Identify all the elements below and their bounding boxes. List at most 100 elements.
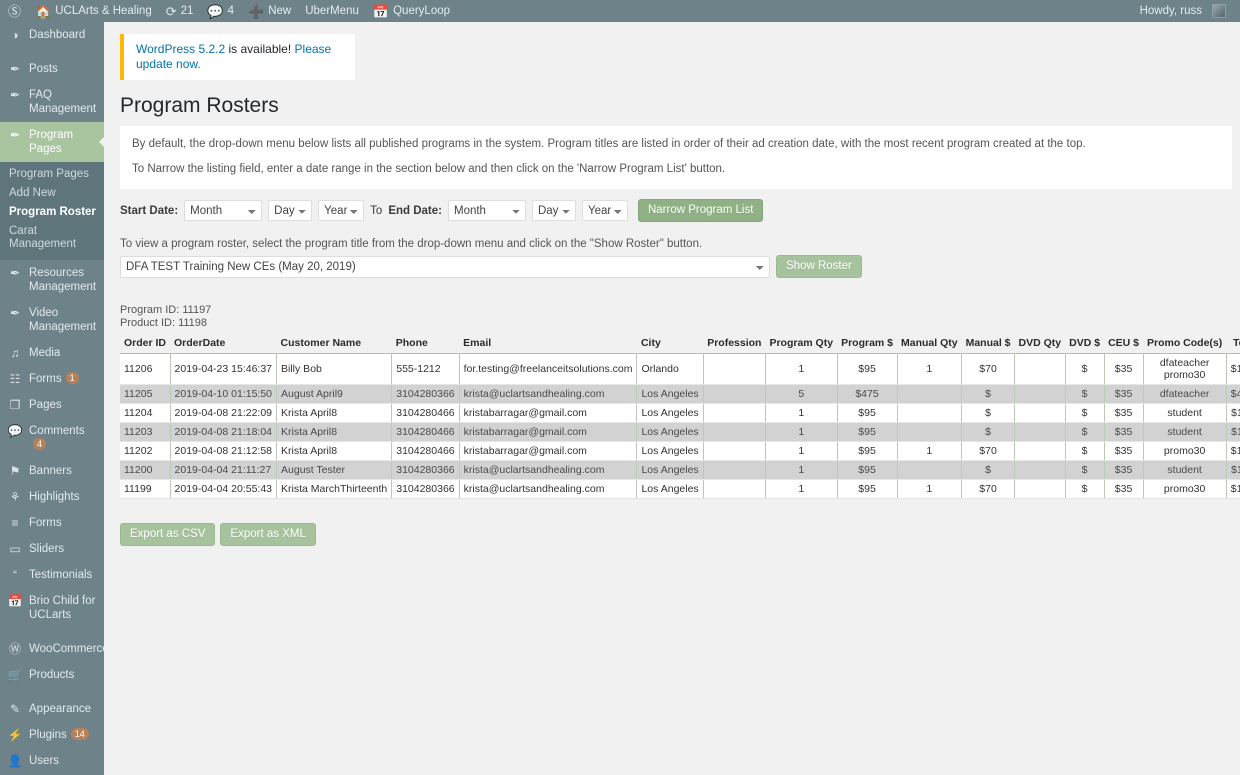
- sidebar-item-label: Products: [29, 669, 75, 681]
- column-header-customer-name: Customer Name: [276, 334, 392, 354]
- sidebar-item-video-management[interactable]: ✒ Video Management: [0, 300, 104, 340]
- cell-program-qty: 1: [765, 353, 838, 385]
- sidebar-item-highlights[interactable]: ⚘ Highlights: [0, 484, 104, 510]
- sidebar-item-brio-child-for-uclarts[interactable]: 📅 Brio Child for UCLarts: [0, 588, 104, 628]
- cell-order-date: 2019-04-04 21:11:27: [170, 460, 278, 480]
- sidebar-item-forms[interactable]: ≡ Forms: [0, 510, 104, 536]
- sidebar-item-sliders[interactable]: ▭ Sliders: [0, 536, 104, 562]
- submenu-item-add-new[interactable]: Add New: [0, 184, 104, 203]
- cell-ceu-amt: $35: [1104, 422, 1144, 442]
- sidebar-item-dashboard[interactable]: ◑ Dashboard: [0, 22, 104, 48]
- sidebar-item-testimonials[interactable]: “ Testimonials: [0, 562, 104, 588]
- table-row: 11199 2019-04-04 20:55:43 Krista MarchThir…: [120, 479, 1240, 499]
- cell-phone: 3104280366: [391, 460, 460, 480]
- cell-ceu-amt: $35: [1104, 441, 1144, 461]
- cell-email: kristabarragar@gmail.com: [459, 403, 638, 423]
- ubermenu-menu[interactable]: UberMenu: [298, 0, 366, 22]
- avatar: [1212, 4, 1226, 18]
- program-select[interactable]: DFA TEST Training New CEs (May 20, 2019): [120, 255, 770, 278]
- cell-program-qty: 1: [765, 403, 838, 423]
- cell-program-amt: $95: [837, 460, 898, 480]
- cell-manual-amt: $: [961, 403, 1016, 423]
- cell-program-amt: $95: [837, 353, 898, 385]
- cell-dvd-qty: [1014, 403, 1066, 423]
- sidebar-item-resources-management[interactable]: ✒ Resources Management: [0, 260, 104, 300]
- table-row: 11204 2019-04-08 21:22:09 Krista April8 310…: [120, 403, 1240, 423]
- sidebar-item-label: Sliders: [29, 543, 65, 555]
- export-xml-button[interactable]: Export as XML: [220, 523, 316, 546]
- cell-promo: student: [1143, 422, 1227, 442]
- start-day-select[interactable]: Day: [268, 200, 313, 221]
- end-day-select[interactable]: Day: [531, 200, 576, 221]
- cell-program-qty: 1: [765, 460, 838, 480]
- submenu-item-program-pages[interactable]: Program Pages: [0, 165, 104, 184]
- sidebar-item-label: Forms 1: [29, 372, 98, 386]
- comments-menu[interactable]: 💬 4: [200, 0, 241, 22]
- cell-dvd-amt: $: [1065, 403, 1105, 423]
- column-header-orderdate: OrderDate: [170, 334, 277, 354]
- submenu-item-program-roster[interactable]: Program Roster: [0, 203, 104, 222]
- flag-icon: ⚑: [9, 464, 21, 478]
- sidebar-item-comments[interactable]: 💬 Comments4: [0, 418, 104, 458]
- export-csv-button[interactable]: Export as CSV: [120, 523, 216, 546]
- submenu-item-carat-management[interactable]: Carat Management: [0, 222, 104, 254]
- cell-city: Los Angeles: [636, 479, 704, 499]
- intro-line-2: To Narrow the listing field, enter a dat…: [132, 163, 726, 175]
- table-row: 11205 2019-04-10 01:15:50 August April9 310…: [120, 384, 1240, 404]
- admin-sidebar-menu: ◑ Dashboard ✒ Posts ✒ FAQ Management ✒ Program …: [0, 22, 104, 775]
- sidebar-item-banners[interactable]: ⚑ Banners: [0, 458, 104, 484]
- updates-icon: ⟳: [165, 3, 177, 19]
- howdy-label: Howdy, russ: [1139, 5, 1202, 17]
- narrow-program-list-button[interactable]: Narrow Program List: [637, 199, 764, 222]
- cell-order-date: 2019-04-08 21:22:09: [170, 403, 278, 423]
- sidebar-item-woocommerce[interactable]: Ⓦ WooCommerce: [0, 636, 104, 662]
- sidebar-item-users[interactable]: 👤 Users: [0, 748, 104, 774]
- sidebar-item-label: Forms: [29, 517, 62, 529]
- sidebar-item-posts[interactable]: ✒ Posts: [0, 56, 104, 82]
- sidebar-item-media[interactable]: ♫ Media: [0, 340, 104, 366]
- sidebar-item-faq-management[interactable]: ✒ FAQ Management: [0, 82, 104, 122]
- my-account-menu[interactable]: Howdy, russ: [1132, 0, 1233, 22]
- sidebar-item-products[interactable]: 🛒 Products: [0, 662, 104, 688]
- sidebar-item-forms[interactable]: ☷ Forms 1: [0, 366, 104, 392]
- date-filter-row: Start Date: Month Day Year To End Date: …: [120, 199, 1240, 222]
- home-icon: 🏠: [35, 3, 52, 19]
- cell-profession: [703, 422, 766, 442]
- column-header-program-qty: Program Qty: [765, 334, 838, 354]
- show-roster-button[interactable]: Show Roster: [776, 255, 862, 278]
- sidebar-item-plugins[interactable]: ⚡ Plugins 14: [0, 722, 104, 748]
- wp-version-link[interactable]: WordPress 5.2.2: [136, 42, 225, 56]
- sidebar-item-program-pages[interactable]: ✒ Program Pages: [0, 122, 104, 162]
- column-header-ceu: CEU $: [1104, 334, 1143, 354]
- cell-manual-qty: 1: [897, 479, 963, 499]
- sidebar-item-label: Appearance: [29, 703, 92, 715]
- sidebar-item-label: Media: [29, 347, 61, 359]
- new-content-menu[interactable]: ➕ New: [241, 0, 298, 22]
- end-year-select[interactable]: Year: [581, 200, 628, 221]
- cell-dvd-amt: $: [1065, 441, 1105, 461]
- cell-manual-amt: $: [961, 460, 1016, 480]
- end-month-select[interactable]: Month: [447, 200, 526, 221]
- updates-menu[interactable]: ⟳ 21: [159, 0, 201, 22]
- comment-icon: 💬: [7, 424, 23, 438]
- menu-separator: [0, 48, 104, 56]
- updates-count: 21: [180, 5, 194, 17]
- wp-logo-menu[interactable]: Ⓢ: [0, 0, 28, 22]
- roster-table: Order ID OrderDate Customer Name Phone Email…: [120, 334, 1240, 499]
- site-name-menu[interactable]: 🏠 UCLArts & Healing: [28, 0, 159, 22]
- column-header-manual-qty: Manual Qty: [897, 334, 962, 354]
- sidebar-item-pages[interactable]: ❐ Pages: [0, 392, 104, 418]
- cell-dvd-qty: [1014, 479, 1066, 499]
- queryloop-menu[interactable]: 📅 QueryLoop: [366, 0, 457, 22]
- cell-order-date: 2019-04-10 01:15:50: [170, 384, 278, 404]
- comments-count: 4: [227, 5, 235, 17]
- column-header-promo-code-s: Promo Code(s): [1143, 334, 1227, 354]
- menu-separator: [0, 688, 104, 696]
- cell-dvd-amt: $: [1065, 384, 1105, 404]
- start-year-select[interactable]: Year: [318, 200, 365, 221]
- sidebar-item-appearance[interactable]: ✎ Appearance: [0, 696, 104, 722]
- start-month-select[interactable]: Month: [184, 200, 263, 221]
- table-row: 11206 2019-04-23 15:46:37 Billy Bob 555-121…: [120, 353, 1240, 385]
- update-notice: WordPress 5.2.2 is available! Please upd…: [120, 34, 355, 80]
- cell-email: kristabarragar@gmail.com: [459, 441, 638, 461]
